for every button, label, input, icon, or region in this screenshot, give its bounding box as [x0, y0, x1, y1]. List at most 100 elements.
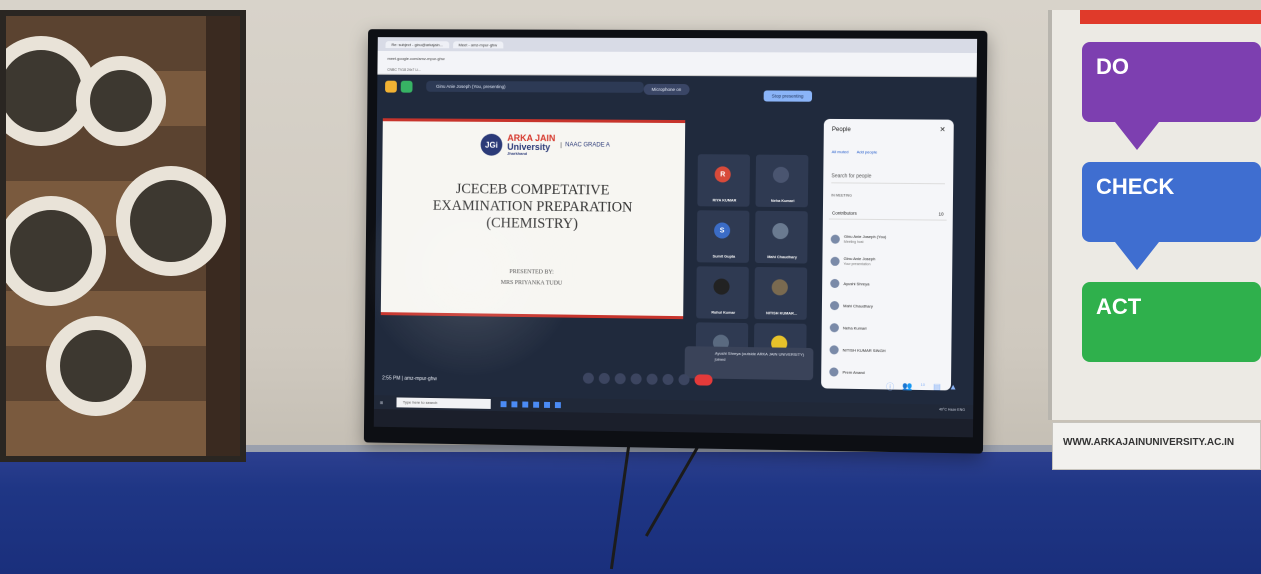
curtain-ring: [76, 56, 166, 146]
mic-icon[interactable]: [582, 372, 594, 384]
contributors-count: 10: [938, 211, 944, 217]
curtain-ring: [46, 316, 146, 416]
captions-icon[interactable]: [614, 373, 626, 385]
more-options-icon[interactable]: [678, 374, 690, 386]
stop-presenting-button[interactable]: Stop presenting: [763, 90, 812, 102]
close-icon[interactable]: ✕: [940, 126, 946, 134]
person-name: Ginu Anie Joseph (You): [843, 233, 887, 239]
avatar: [829, 344, 839, 354]
participant-tile[interactable]: S Sumit Gupta: [696, 210, 750, 263]
people-row[interactable]: Mahi Chaudhary: [829, 294, 946, 318]
camera-icon[interactable]: [598, 372, 610, 385]
mute-all-button[interactable]: All muted: [832, 149, 849, 154]
people-list: Ginu Anie Joseph (You) Meeting host Ginu …: [829, 228, 946, 385]
people-panel: People ✕ All muted Add people Search for…: [821, 118, 954, 391]
meeting-info: 2:55 PM | amz-mpur-ghw: [382, 375, 437, 383]
tv-monitor: Re: subject - ginu@arkajain... Meet - am…: [363, 29, 988, 454]
add-people-button[interactable]: Add people: [857, 149, 878, 154]
participant-name: Mahi Chaudhary: [767, 255, 798, 260]
chat-icon[interactable]: ▤: [933, 382, 941, 393]
app-icon[interactable]: [400, 80, 413, 93]
search-people-input[interactable]: Search for people: [831, 173, 946, 185]
emoji-icon[interactable]: [630, 373, 642, 385]
app-icon[interactable]: [533, 401, 540, 408]
windows-icon[interactable]: ⊞: [380, 400, 383, 405]
people-row[interactable]: Ginu Anie Joseph (You) Meeting host: [830, 228, 947, 251]
avatar: [772, 222, 789, 240]
app-icon[interactable]: [544, 401, 551, 408]
browser-tab-active[interactable]: Meet - amz-mpur-ghw: [452, 40, 504, 48]
presentation-slide: JGi ARKA JAIN University Jharkhand NAAC …: [380, 118, 686, 317]
avatar: [772, 166, 790, 183]
naac-badge: NAAC GRADE A: [560, 142, 610, 149]
present-icon[interactable]: [646, 373, 658, 385]
system-tray: 40°C Haze ENG: [939, 407, 965, 411]
participant-tile[interactable]: NITISH KUMAR...: [754, 266, 808, 320]
taskbar-search[interactable]: Type here to search: [396, 397, 492, 409]
participant-tiles: R RIYA KUMAR Neha Kumari S Sumit Gupta M…: [695, 154, 819, 377]
people-actions: All muted Add people: [832, 149, 878, 154]
call-controls: [582, 372, 713, 386]
avatar: [829, 322, 839, 332]
people-icon[interactable]: 👥: [902, 382, 912, 393]
arrow-down: [1115, 242, 1159, 270]
taskbar-apps: [500, 401, 562, 409]
app-icon[interactable]: [385, 80, 397, 93]
people-count-badge: 10: [920, 381, 926, 388]
presenter-name: MRS PRIYANKA TUDU: [500, 279, 563, 287]
university-place: Jharkhand: [507, 150, 528, 156]
person-name: Mahi Chaudhary: [843, 302, 873, 309]
people-row[interactable]: NITISH KUMAR SINGH: [829, 338, 945, 362]
arrow-down: [1115, 122, 1159, 150]
meet-top-icons: [385, 80, 413, 93]
meeting-code: amz-mpur-ghw: [404, 375, 437, 383]
avatar: S: [714, 222, 731, 239]
browser-tab[interactable]: Re: subject - ginu@arkajain...: [385, 40, 449, 48]
participant-name: Sumit Gupta: [712, 254, 736, 259]
presenting-banner: Ginu Anie Joseph (You, presenting): [426, 80, 644, 93]
university-url-plate: WWW.ARKAJAINUNIVERSITY.AC.IN: [1052, 422, 1261, 470]
university-logo: JGi ARKA JAIN University Jharkhand NAAC …: [480, 133, 610, 157]
info-icon[interactable]: ⓘ: [886, 381, 894, 392]
activities-icon[interactable]: ▲: [949, 382, 957, 393]
people-row[interactable]: Ginu Anie Joseph Your presentation: [830, 250, 946, 273]
leave-call-button[interactable]: [694, 374, 713, 386]
patterned-curtain: [0, 10, 246, 462]
people-row[interactable]: Ayushi Shreya: [830, 272, 946, 296]
person-role: Meeting host: [843, 239, 864, 244]
section-label: IN MEETING: [831, 193, 852, 198]
contributors-header[interactable]: Contributors 10: [828, 207, 947, 221]
app-icon[interactable]: [522, 401, 529, 408]
participant-tile[interactable]: R RIYA KUMAR: [697, 154, 751, 207]
curtain-ring: [116, 166, 226, 276]
participant-tile[interactable]: Rahul Kumar: [696, 266, 749, 320]
app-icon[interactable]: [555, 402, 562, 409]
raise-hand-icon[interactable]: [662, 373, 674, 386]
photo-scene: DO CHECK ACT WWW.ARKAJAINUNIVERSITY.AC.I…: [0, 0, 1261, 574]
person-name: NITISH KUMAR SINGH: [842, 346, 886, 353]
avatar: [771, 279, 788, 296]
language-indicator: ENG: [957, 407, 966, 412]
avatar: [830, 234, 840, 244]
avatar: [829, 300, 840, 310]
microphone-status: Microphone on: [643, 83, 690, 96]
participant-tile[interactable]: Neha Kumari: [755, 154, 809, 208]
act-tag: ACT: [1082, 282, 1261, 362]
do-tag: DO: [1082, 42, 1261, 122]
avatar: [830, 256, 840, 266]
check-tag: CHECK: [1082, 162, 1261, 242]
app-icon[interactable]: [500, 401, 507, 408]
participant-tile[interactable]: Mahi Chaudhary: [754, 210, 808, 264]
weather-status: 40°C Haze: [938, 407, 957, 412]
app-icon[interactable]: [511, 401, 518, 408]
slide-title-line: (CHEMISTRY): [486, 215, 579, 233]
people-row[interactable]: Neha Kumari: [829, 316, 946, 340]
tv-screen: Re: subject - ginu@arkajain... Meet - am…: [373, 37, 978, 438]
red-banner: [1080, 10, 1261, 24]
jgi-logo: JGi: [480, 133, 503, 156]
meet-window: Ginu Anie Joseph (You, presenting) Micro…: [374, 74, 977, 405]
blue-wall-base: [0, 452, 1261, 574]
person-name: Ginu Anie Joseph: [843, 255, 876, 261]
presenter-block: PRESENTED BY: MRS PRIYANKA TUDU: [381, 266, 684, 292]
avatar: [713, 278, 730, 295]
